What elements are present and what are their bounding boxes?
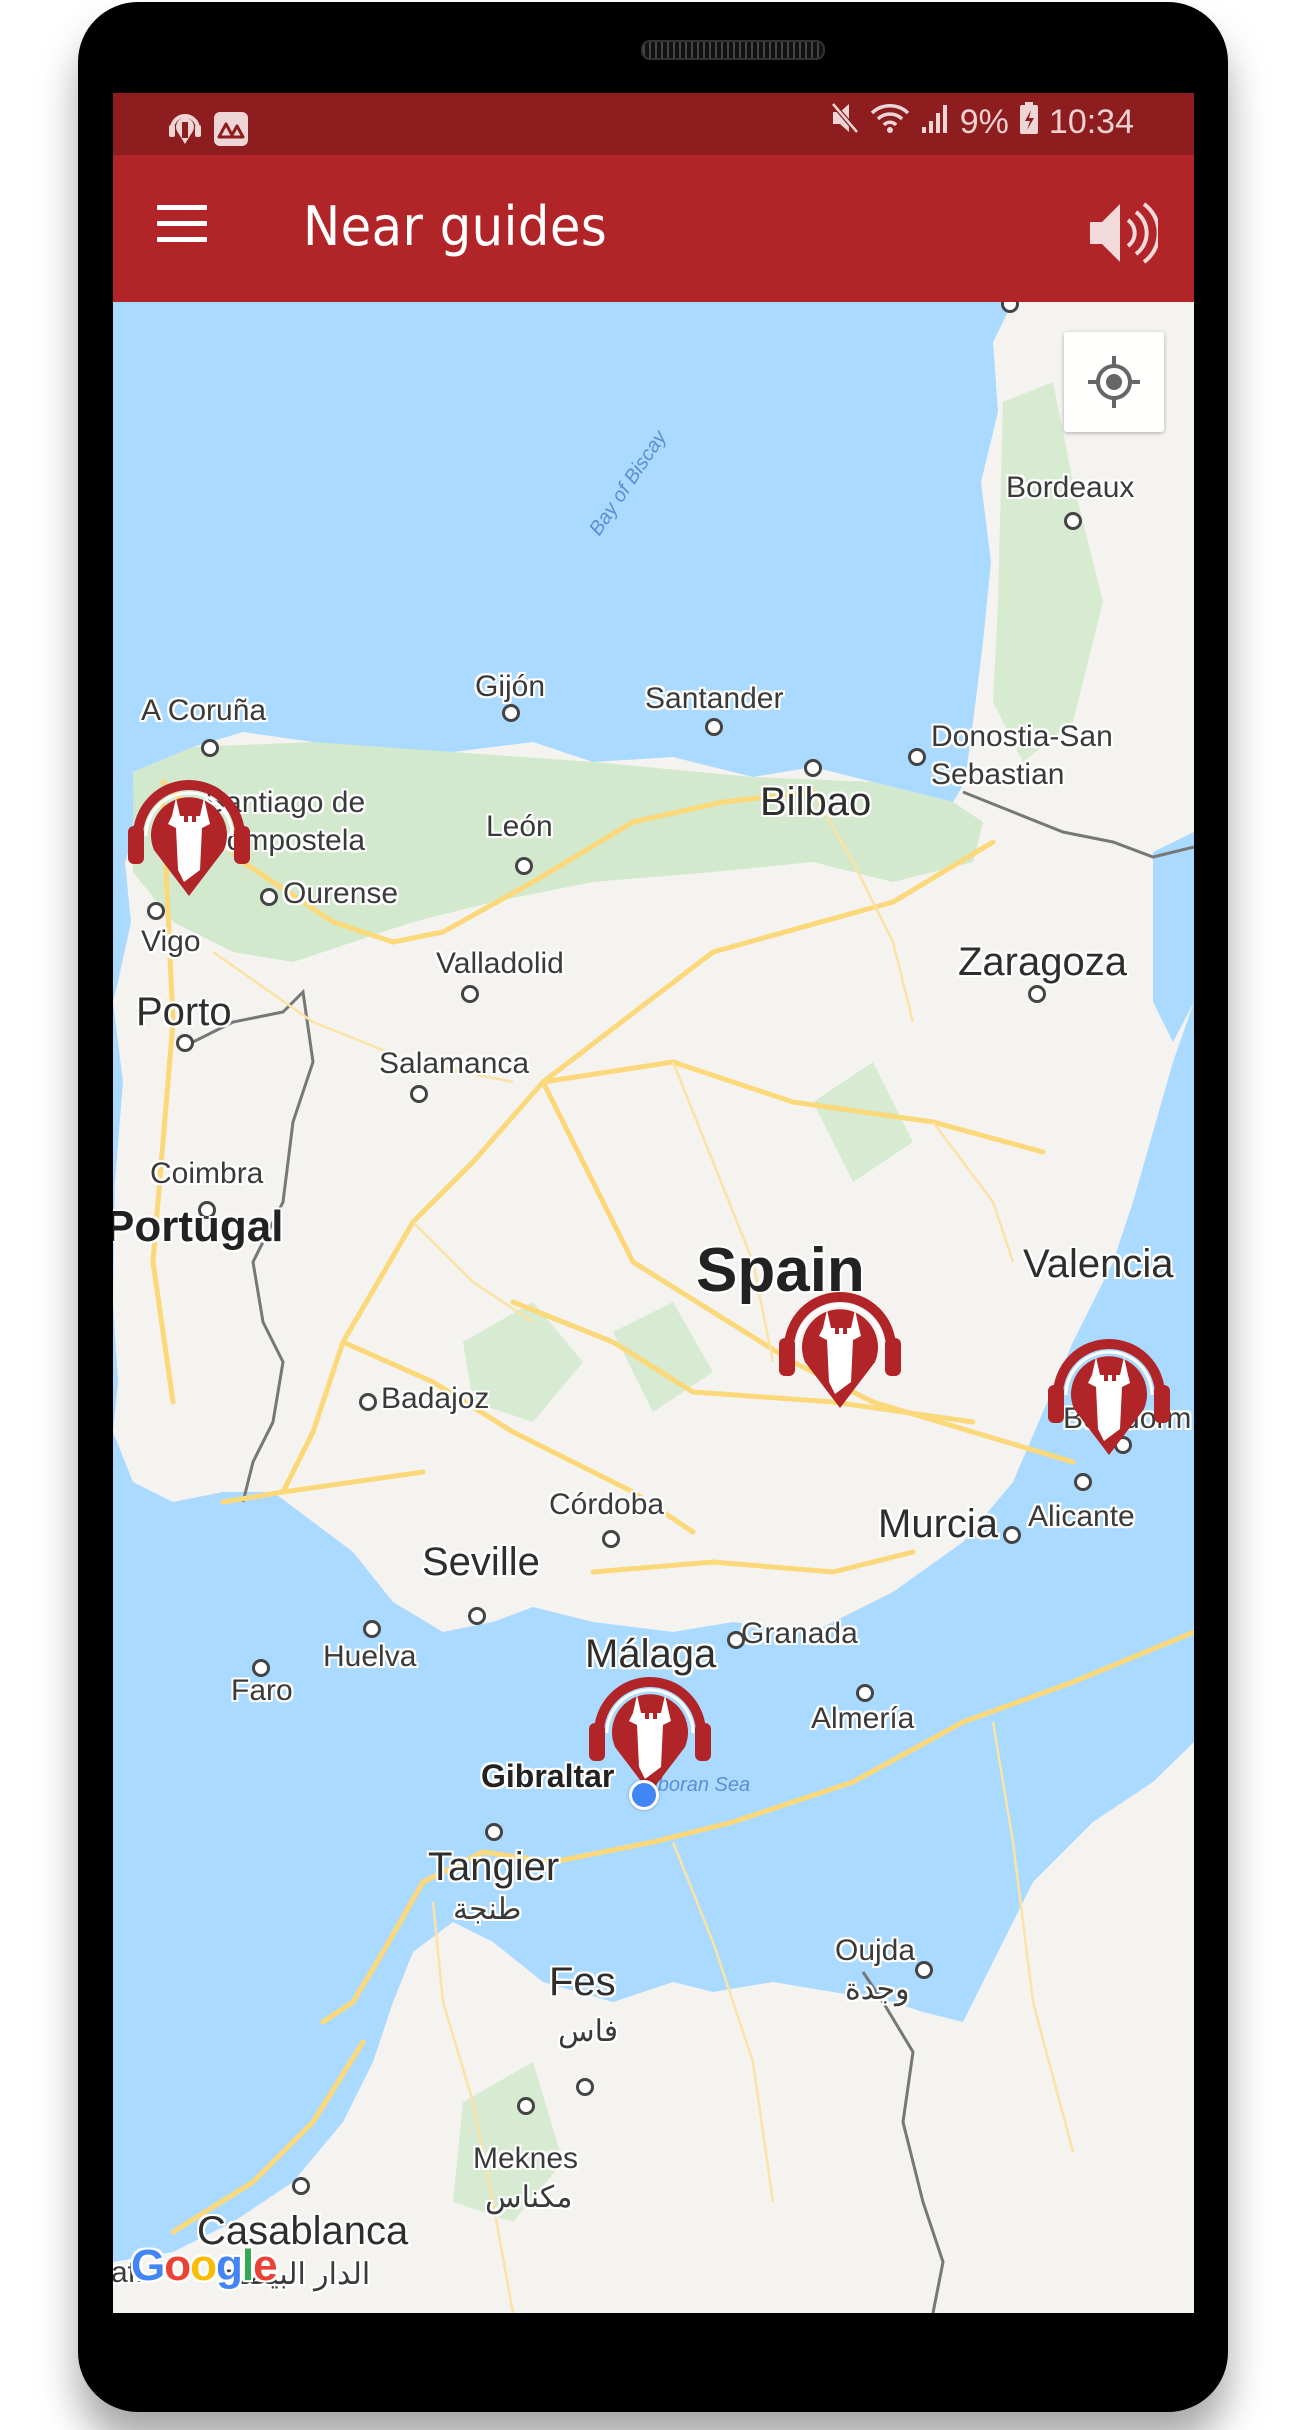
clock: 10:34 (1048, 103, 1134, 141)
mountain-app-icon (214, 111, 248, 146)
city-dot (260, 888, 278, 906)
city-dot (1074, 1473, 1092, 1491)
city-dot (915, 1961, 933, 1979)
label-valladolid: Valladolid (436, 947, 564, 980)
battery-percent: 9% (959, 103, 1009, 141)
label-bordeaux: Bordeaux (1006, 471, 1135, 504)
earpiece-speaker (641, 40, 825, 60)
headphone-tower-pin-icon (589, 1677, 711, 1793)
crosshair-location-icon (1088, 356, 1140, 408)
city-dot (856, 1684, 874, 1702)
label-huelva: Huelva (323, 1640, 417, 1673)
city-dot (461, 985, 479, 1003)
city-dot (705, 718, 723, 736)
label-bilbao: Bilbao (760, 780, 872, 824)
city-dot (201, 739, 219, 757)
city-dot (502, 704, 520, 722)
label-almeria: Almería (811, 1702, 915, 1735)
city-dot (252, 1659, 270, 1677)
city-dot (727, 1631, 745, 1649)
label-porto: Porto (136, 990, 232, 1034)
label-faro: Faro (231, 1674, 293, 1707)
city-dot (485, 1823, 503, 1841)
page-title: Near guides (303, 195, 608, 258)
label-zaragoza: Zaragoza (958, 940, 1127, 984)
label-seville: Seville (422, 1540, 540, 1584)
label-cordoba: Córdoba (549, 1488, 665, 1521)
label-vigo: Vigo (141, 925, 201, 958)
signal-icon (920, 101, 950, 144)
label-valencia: Valencia (1023, 1242, 1174, 1286)
city-dot (1003, 1526, 1021, 1544)
mute-icon (830, 101, 860, 144)
my-location-button[interactable] (1064, 332, 1164, 432)
status-bar: 9% 10:34 (113, 93, 1194, 155)
volume-icon[interactable] (1086, 200, 1161, 266)
headphone-tower-pin-icon (128, 780, 250, 896)
city-dot (147, 902, 165, 920)
label-portugal: Portugal (113, 1202, 284, 1251)
city-dot (1028, 985, 1046, 1003)
app-bar: Near guides (113, 155, 1194, 302)
label-meknes-arabic: مكناس (485, 2181, 573, 2214)
label-alicante: Alicante (1028, 1500, 1135, 1533)
label-donostia: Donostia-San (931, 720, 1113, 753)
label-fes: Fes (549, 1960, 616, 2004)
label-salamanca: Salamanca (379, 1047, 530, 1080)
map-base-tiles (113, 302, 1194, 2313)
audio-guide-app-icon (168, 107, 202, 150)
guide-marker-santiago[interactable] (124, 758, 254, 898)
label-ourense: Ourense (283, 877, 399, 910)
label-granada: Granada (741, 1617, 858, 1650)
label-gijon: Gijón (475, 670, 546, 703)
city-dot (804, 759, 822, 777)
hamburger-menu-icon[interactable] (157, 205, 207, 249)
label-santander: Santander (645, 682, 784, 715)
guide-marker-valencia[interactable] (1044, 1317, 1174, 1457)
label-sebastian: Sebastian (931, 758, 1065, 791)
map-view[interactable]: Bay of Biscay Bordeaux Gijón Santander A… (113, 302, 1194, 2313)
city-dot (292, 2177, 310, 2195)
headphone-tower-pin-icon (1048, 1339, 1170, 1455)
city-dot (410, 1085, 428, 1103)
city-dot (517, 2097, 535, 2115)
label-murcia: Murcia (878, 1502, 999, 1546)
wifi-icon (870, 101, 910, 144)
city-dot (602, 1530, 620, 1548)
label-coimbra: Coimbra (150, 1157, 264, 1190)
label-a-coruna: A Coruña (141, 694, 267, 727)
city-dot (363, 1620, 381, 1638)
city-dot (468, 1607, 486, 1625)
headphone-tower-pin-icon (779, 1292, 901, 1408)
label-fes-arabic: فاس (558, 2015, 619, 2048)
label-tangier-arabic: طنجة (453, 1893, 522, 1926)
google-logo: Google (131, 2241, 278, 2290)
city-dot (576, 2078, 594, 2096)
label-oujda-arabic: وجدة (845, 1973, 910, 2006)
device-screen: 9% 10:34 Near guides Bay of Biscay Borde… (113, 93, 1194, 2313)
label-tangier: Tangier (428, 1845, 560, 1889)
label-leon: León (486, 810, 553, 843)
guide-marker-malaga[interactable] (585, 1655, 715, 1795)
label-oujda: Oujda (835, 1934, 916, 1967)
label-badajoz: Badajoz (381, 1382, 490, 1415)
city-dot (176, 1034, 194, 1052)
guide-marker-madrid[interactable] (775, 1270, 905, 1410)
my-location-dot (629, 1780, 659, 1810)
battery-charging-icon (1019, 101, 1039, 144)
city-dot (359, 1393, 377, 1411)
city-dot (515, 857, 533, 875)
label-meknes: Meknes (473, 2142, 579, 2175)
city-dot (908, 748, 926, 766)
city-dot (1064, 512, 1082, 530)
